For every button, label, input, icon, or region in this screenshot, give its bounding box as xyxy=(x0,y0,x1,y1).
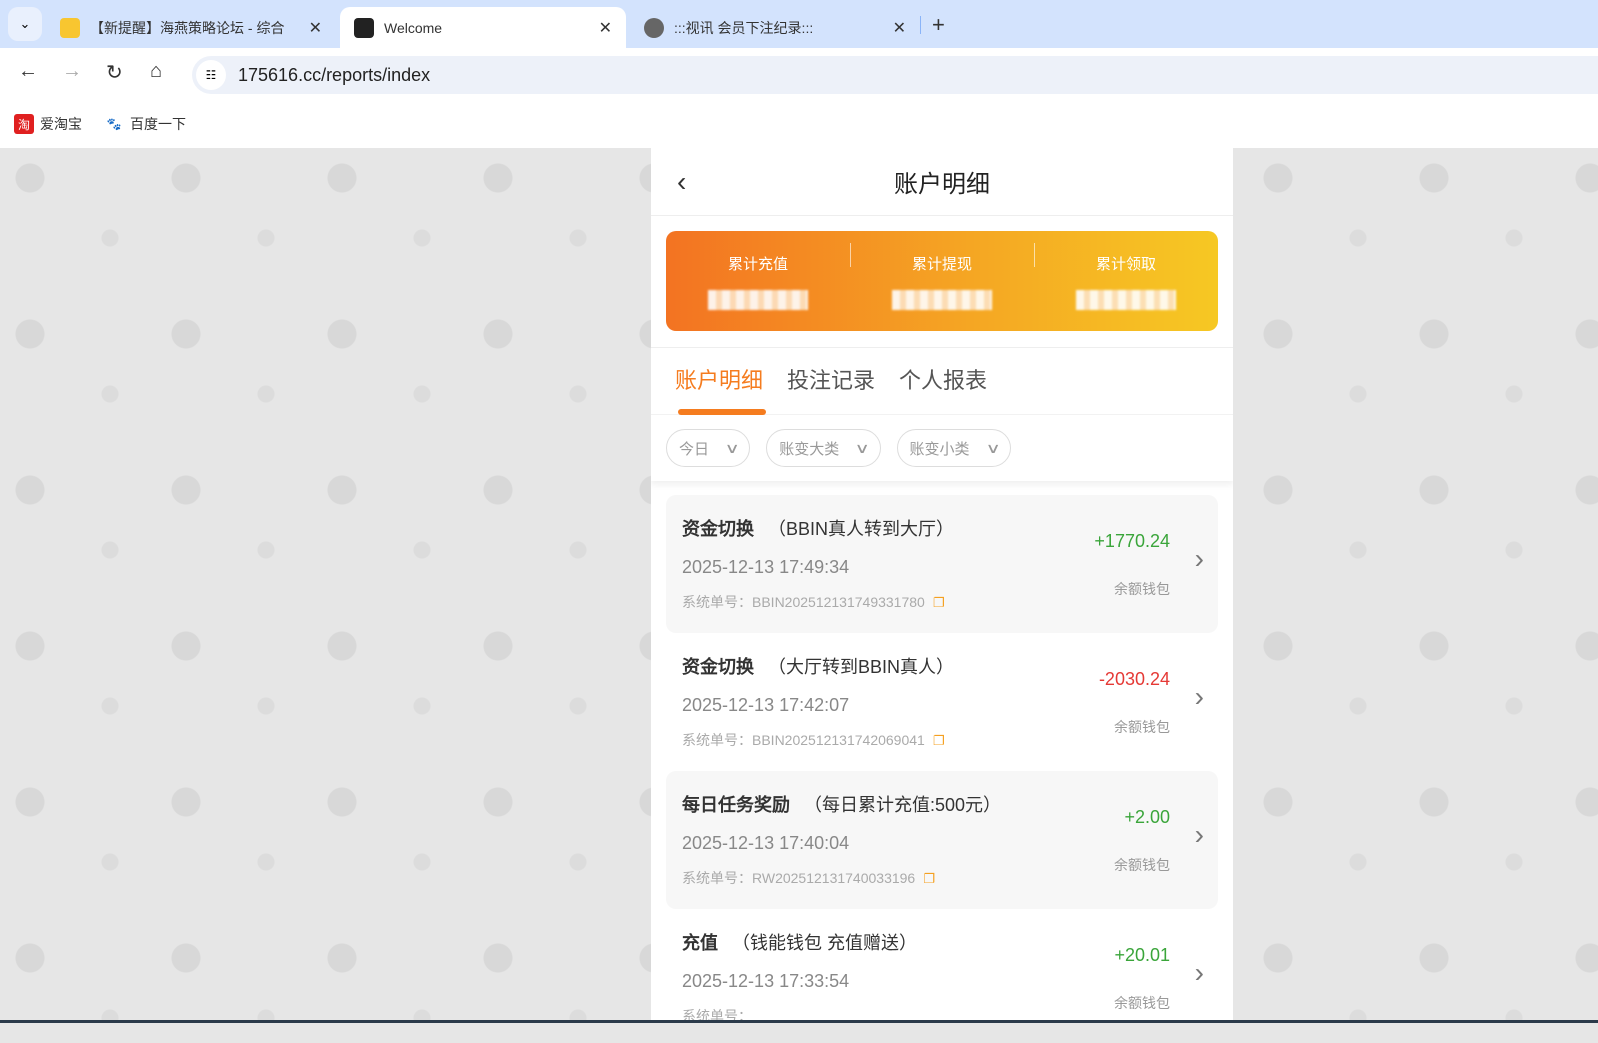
date-filter[interactable]: 今日 ∨ xyxy=(666,429,751,467)
close-tab-icon[interactable]: ✕ xyxy=(599,18,612,38)
order-label: 系统单号： xyxy=(682,870,752,886)
summary-withdraw: 累计提现 xyxy=(850,242,1034,310)
copy-icon[interactable]: ❐ xyxy=(923,871,935,886)
blurred-value xyxy=(1076,289,1176,310)
forward-icon[interactable]: → xyxy=(62,60,82,83)
site-logo-icon xyxy=(354,17,374,38)
subcategory-filter[interactable]: 账变小类 ∨ xyxy=(896,429,1011,467)
summary-claim: 累计领取 xyxy=(1034,242,1218,310)
item-type: 充值 xyxy=(682,933,718,953)
order-label: 系统单号： xyxy=(682,594,752,610)
order-number: RW202512131740033196 xyxy=(752,870,916,886)
browser-tab[interactable]: 【新提醒】海燕策略论坛 - 综合 ✕ xyxy=(46,7,336,48)
copy-icon[interactable]: ❐ xyxy=(933,595,945,610)
browser-tab-active[interactable]: Welcome ✕ xyxy=(340,7,626,48)
url-text[interactable]: 175616.cc/reports/index xyxy=(238,65,430,86)
item-amount: -2030.24 xyxy=(1098,669,1170,689)
home-icon[interactable]: ⌂ xyxy=(150,60,162,83)
transaction-item[interactable]: 充值 （钱能钱包 充值赠送） 2025-12-13 17:33:54 系统单号： … xyxy=(666,909,1218,1023)
filter-bar: 今日 ∨ 账变大类 ∨ 账变小类 ∨ xyxy=(651,415,1233,481)
item-type: 资金切换 xyxy=(682,519,754,539)
item-time: 2025-12-13 17:40:04 xyxy=(682,833,850,853)
summary-deposit: 累计充值 xyxy=(666,253,850,310)
chevron-down-icon: ∨ xyxy=(724,439,740,456)
chevron-right-icon[interactable]: › xyxy=(1195,543,1204,575)
item-wallet: 余额钱包 xyxy=(1114,995,1170,1011)
tab-search-button[interactable]: ⌄ xyxy=(8,7,42,41)
tab-title: :::视讯 会员下注纪录::: xyxy=(674,19,814,36)
item-amount: +2.00 xyxy=(1124,807,1170,827)
page-title: 账户明细 xyxy=(894,171,990,198)
transaction-item[interactable]: 每日任务奖励 （每日累计充值:500元） 2025-12-13 17:40:04 … xyxy=(666,771,1218,909)
summary-label: 累计提现 xyxy=(911,255,972,273)
mobile-page: ‹ 账户明细 累计充值 累计提现 累计领取 账户明细 投注记录 个人报表 今日 ∨… xyxy=(651,148,1233,1023)
blurred-value xyxy=(892,289,992,310)
back-icon[interactable]: ← xyxy=(18,60,38,83)
item-wallet: 余额钱包 xyxy=(1114,719,1170,735)
summary-card: 累计充值 累计提现 累计领取 xyxy=(666,231,1218,331)
filter-value: 账变小类 xyxy=(909,440,970,458)
blurred-value xyxy=(708,289,808,310)
category-filter[interactable]: 账变大类 ∨ xyxy=(766,429,881,467)
bookmark-label: 百度一下 xyxy=(130,116,186,132)
close-tab-icon[interactable]: ✕ xyxy=(893,18,906,38)
item-desc: （钱能钱包 充值赠送） xyxy=(732,933,917,953)
tab-title: 【新提醒】海燕策略论坛 - 综合 xyxy=(90,19,285,36)
summary-label: 累计充值 xyxy=(727,255,788,273)
item-time: 2025-12-13 17:33:54 xyxy=(682,971,850,991)
new-tab-button[interactable]: + xyxy=(932,12,945,38)
summary-label: 累计领取 xyxy=(1095,255,1156,273)
reload-icon[interactable]: ↻ xyxy=(106,60,123,85)
item-time: 2025-12-13 17:49:34 xyxy=(682,557,850,577)
filter-value: 今日 xyxy=(679,440,710,458)
item-desc: （BBIN真人转到大厅） xyxy=(768,519,955,539)
item-type: 资金切换 xyxy=(682,657,754,677)
transaction-list: 资金切换 （BBIN真人转到大厅） 2025-12-13 17:49:34 系统单… xyxy=(651,481,1233,1023)
item-type: 每日任务奖励 xyxy=(682,795,790,815)
page-header: ‹ 账户明细 xyxy=(651,148,1233,216)
bookmark-label: 爱淘宝 xyxy=(40,116,82,132)
globe-icon xyxy=(644,17,664,38)
chevron-right-icon[interactable]: › xyxy=(1195,681,1204,713)
bookmark-baidu[interactable]: 🐾 百度一下 xyxy=(104,114,186,134)
order-number: BBIN202512131742069041 xyxy=(752,732,925,748)
address-bar[interactable]: ☷ 175616.cc/reports/index xyxy=(192,56,1598,94)
tab-title: Welcome xyxy=(384,19,443,36)
item-time: 2025-12-13 17:42:07 xyxy=(682,695,850,715)
item-amount: +20.01 xyxy=(1114,945,1170,965)
baidu-paw-icon: 🐾 xyxy=(106,117,122,131)
tab-account-detail[interactable]: 账户明细 xyxy=(675,347,767,415)
copy-icon[interactable]: ❐ xyxy=(933,733,945,748)
chevron-down-icon: ∨ xyxy=(854,439,871,456)
taobao-icon: 淘 xyxy=(14,114,34,134)
transaction-item[interactable]: 资金切换 （大厅转到BBIN真人） 2025-12-13 17:42:07 系统单… xyxy=(666,633,1218,771)
item-wallet: 余额钱包 xyxy=(1114,581,1170,597)
chevron-down-icon: ⌄ xyxy=(19,16,31,31)
site-settings-icon[interactable]: ☷ xyxy=(196,60,226,90)
chevron-down-icon: ∨ xyxy=(984,439,1001,456)
transaction-item[interactable]: 资金切换 （BBIN真人转到大厅） 2025-12-13 17:49:34 系统单… xyxy=(666,495,1218,633)
tab-bar: ⌄ 【新提醒】海燕策略论坛 - 综合 ✕ Welcome ✕ :::视讯 会员下… xyxy=(0,0,1598,48)
browser-tab[interactable]: :::视讯 会员下注纪录::: ✕ xyxy=(630,7,920,48)
order-number: BBIN202512131749331780 xyxy=(752,594,925,610)
chevron-right-icon[interactable]: › xyxy=(1195,819,1204,851)
back-chevron-icon[interactable]: ‹ xyxy=(677,166,686,198)
item-desc: （大厅转到BBIN真人） xyxy=(768,657,955,677)
item-desc: （每日累计充值:500元） xyxy=(804,795,1002,815)
tab-bet-records[interactable]: 投注记录 xyxy=(787,347,875,415)
chevron-right-icon[interactable]: › xyxy=(1195,957,1204,989)
page-tabs: 账户明细 投注记录 个人报表 xyxy=(651,347,1233,415)
bookmarks-bar: 淘爱淘宝 🐾 百度一下 xyxy=(0,100,1598,148)
tab-personal-report[interactable]: 个人报表 xyxy=(899,347,987,415)
close-tab-icon[interactable]: ✕ xyxy=(309,18,322,38)
item-amount: +1770.24 xyxy=(1094,531,1170,551)
filter-value: 账变大类 xyxy=(779,440,840,458)
item-wallet: 余额钱包 xyxy=(1114,857,1170,873)
bookmark-aitaobao[interactable]: 淘爱淘宝 xyxy=(14,114,82,134)
browser-toolbar: ← → ↻ ⌂ ☷ 175616.cc/reports/index xyxy=(0,48,1598,100)
taskbar-edge xyxy=(0,1020,1598,1023)
order-label: 系统单号： xyxy=(682,732,752,748)
divider xyxy=(920,16,921,34)
bulb-icon xyxy=(60,17,80,38)
